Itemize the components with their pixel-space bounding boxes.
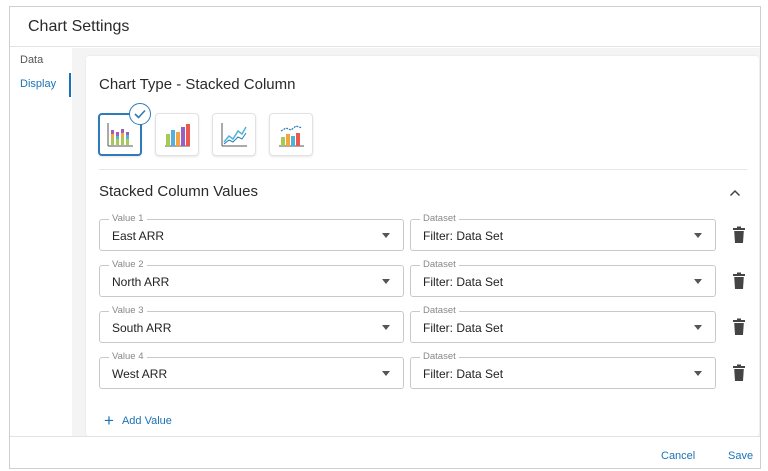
chart-type-column[interactable]	[155, 113, 199, 156]
dataset-select[interactable]: Dataset Filter: Data Set	[410, 213, 716, 251]
dataset-select[interactable]: Dataset Filter: Data Set	[410, 351, 716, 389]
display-panel: Chart Type - Stacked Column Stacked Colu…	[86, 56, 759, 436]
cancel-button[interactable]: Cancel	[661, 450, 695, 462]
value-select[interactable]: Value 3 South ARR	[99, 305, 404, 343]
section-divider	[99, 169, 747, 170]
trash-icon[interactable]	[732, 364, 746, 382]
dropdown-arrow-icon	[382, 371, 390, 376]
value-select[interactable]: Value 2 North ARR	[99, 259, 404, 297]
selected-check-badge	[129, 103, 151, 125]
dropdown-arrow-icon	[694, 233, 702, 238]
dialog-footer: Cancel Save	[10, 436, 760, 468]
trash-icon[interactable]	[732, 272, 746, 290]
value-field-label: Value 3	[109, 305, 147, 317]
trash-icon[interactable]	[732, 226, 746, 244]
stacked-column-chart-icon	[107, 122, 133, 146]
value-select[interactable]: Value 4 West ARR	[99, 351, 404, 389]
line-chart-icon	[221, 122, 247, 146]
dialog-body: Data Display Chart Type - Stacked Column	[10, 48, 760, 436]
dataset-field-value: Filter: Data Set	[423, 321, 504, 335]
add-value-button[interactable]: + Add Value	[104, 411, 172, 430]
check-icon	[134, 109, 146, 119]
chart-type-combo[interactable]	[269, 113, 313, 156]
combo-chart-icon	[279, 124, 304, 146]
dataset-field-value: Filter: Data Set	[423, 367, 504, 381]
plus-icon: +	[104, 411, 114, 430]
chevron-up-icon	[729, 189, 741, 197]
dropdown-arrow-icon	[694, 371, 702, 376]
dataset-field-label: Dataset	[420, 259, 459, 271]
dropdown-arrow-icon	[382, 233, 390, 238]
dataset-field-label: Dataset	[420, 213, 459, 225]
save-button[interactable]: Save	[728, 450, 753, 462]
value-field-value: West ARR	[112, 367, 168, 381]
add-value-label: Add Value	[121, 415, 172, 427]
dataset-field-value: Filter: Data Set	[423, 275, 504, 289]
value-field-label: Value 2	[109, 259, 147, 271]
value-row: Value 3 South ARR Dataset Filter: Data S…	[99, 305, 759, 343]
dropdown-arrow-icon	[694, 279, 702, 284]
value-field-label: Value 1	[109, 213, 147, 225]
collapse-toggle[interactable]	[726, 184, 744, 202]
value-field-value: North ARR	[112, 275, 170, 289]
nav-item-data[interactable]: Data	[20, 54, 43, 66]
dataset-field-value: Filter: Data Set	[423, 229, 504, 243]
chart-type-stacked-column[interactable]	[98, 103, 151, 156]
dataset-select[interactable]: Dataset Filter: Data Set	[410, 305, 716, 343]
value-field-value: East ARR	[112, 229, 165, 243]
value-row: Value 1 East ARR Dataset Filter: Data Se…	[99, 213, 759, 251]
chart-type-options	[98, 103, 326, 156]
values-section-title: Stacked Column Values	[99, 183, 258, 200]
value-field-label: Value 4	[109, 351, 147, 363]
side-nav: Data Display	[10, 48, 72, 436]
dropdown-arrow-icon	[694, 325, 702, 330]
dataset-field-label: Dataset	[420, 305, 459, 317]
dropdown-arrow-icon	[382, 325, 390, 330]
dataset-select[interactable]: Dataset Filter: Data Set	[410, 259, 716, 297]
chart-type-title: Chart Type - Stacked Column	[99, 76, 296, 93]
chart-type-line[interactable]	[212, 113, 256, 156]
nav-item-display[interactable]: Display	[20, 78, 56, 90]
value-row: Value 2 North ARR Dataset Filter: Data S…	[99, 259, 759, 297]
trash-icon[interactable]	[732, 318, 746, 336]
dropdown-arrow-icon	[382, 279, 390, 284]
dataset-field-label: Dataset	[420, 351, 459, 363]
dialog-header: Chart Settings	[10, 7, 760, 47]
value-row: Value 4 West ARR Dataset Filter: Data Se…	[99, 351, 759, 389]
column-chart-icon	[165, 123, 190, 146]
chart-settings-dialog: Chart Settings Data Display Chart Type -…	[9, 6, 761, 469]
value-field-value: South ARR	[112, 321, 172, 335]
value-select[interactable]: Value 1 East ARR	[99, 213, 404, 251]
nav-active-indicator	[69, 73, 71, 97]
dialog-title: Chart Settings	[28, 17, 130, 35]
